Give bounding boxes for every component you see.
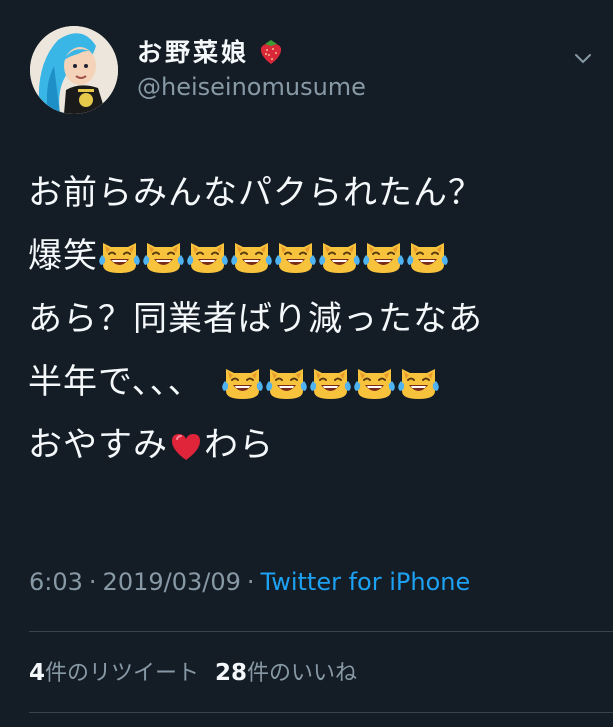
cat-face-with-tears-of-joy-icon xyxy=(363,243,404,273)
tweet-line-5-before: おやすみ xyxy=(28,425,168,465)
emoji-row-1 xyxy=(98,233,450,296)
tweet-text: お前らみんなパクられたん？ 爆笑 あら？同業者ばり減ったなあ 半年で、、、 おや… xyxy=(28,162,603,477)
retweets-count: 4 xyxy=(29,660,46,686)
cat-face-with-tears-of-joy-icon xyxy=(265,369,307,399)
tweet-line-4-text: 半年で、、、 xyxy=(28,362,203,402)
divider xyxy=(29,631,613,632)
strawberry-icon xyxy=(256,36,286,70)
tweet-line-3: あら？同業者ばり減ったなあ xyxy=(28,299,483,339)
cat-face-with-tears-of-joy-icon xyxy=(353,369,395,399)
cat-face-with-tears-of-joy-icon xyxy=(407,243,448,273)
cat-face-with-tears-of-joy-icon xyxy=(319,243,360,273)
tweet-line-5-after: わら xyxy=(204,425,274,465)
retweets-stat[interactable]: 4件のリツイート xyxy=(29,660,200,686)
user-handle[interactable]: @heiseinomusume xyxy=(137,72,366,102)
meta-separator-2: · xyxy=(246,568,255,596)
tweet-time[interactable]: 6:03 xyxy=(29,568,83,596)
cat-face-with-tears-of-joy-icon xyxy=(143,243,184,273)
cat-face-with-tears-of-joy-icon xyxy=(275,243,316,273)
likes-count: 28 xyxy=(215,660,248,686)
cat-face-with-tears-of-joy-icon xyxy=(397,369,439,399)
tweet-line-2-text: 爆笑 xyxy=(28,236,98,276)
red-heart-icon xyxy=(169,422,203,485)
user-info: お野菜娘 @heiseinomusume xyxy=(137,36,366,102)
meta-separator: · xyxy=(88,568,97,596)
tweet-source-link[interactable]: Twitter for iPhone xyxy=(261,568,471,596)
tweet-line-2: 爆笑 xyxy=(28,225,603,288)
tweet-line-5: おやすみ わら xyxy=(28,414,603,477)
chevron-down-icon[interactable] xyxy=(574,50,592,69)
cat-face-with-tears-of-joy-icon xyxy=(221,369,263,399)
tweet-meta: 6:03 · 2019/03/09 · Twitter for iPhone xyxy=(29,566,470,598)
likes-stat[interactable]: 28件のいいね xyxy=(215,660,358,686)
retweets-label: 件のリツイート xyxy=(45,661,200,686)
cat-face-with-tears-of-joy-icon xyxy=(231,243,272,273)
tweet-line-4: 半年で、、、 xyxy=(28,351,603,414)
likes-label: 件のいいね xyxy=(247,661,358,686)
tweet-date[interactable]: 2019/03/09 xyxy=(103,568,241,596)
tweet-stats: 4件のリツイート 28件のいいね xyxy=(29,657,357,690)
display-name[interactable]: お野菜娘 xyxy=(137,36,249,70)
cat-face-with-tears-of-joy-icon xyxy=(99,243,140,273)
tweet-line-1: お前らみんなパクられたん？ xyxy=(28,173,483,213)
emoji-row-2 xyxy=(221,359,441,422)
tweet-card: お野菜娘 @heiseinomusume お前らみんなパクられたん？ 爆笑 あら… xyxy=(0,0,613,727)
cat-face-with-tears-of-joy-icon xyxy=(309,369,351,399)
cat-face-with-tears-of-joy-icon xyxy=(187,243,228,273)
divider-bottom xyxy=(29,712,613,713)
avatar[interactable] xyxy=(30,26,118,114)
